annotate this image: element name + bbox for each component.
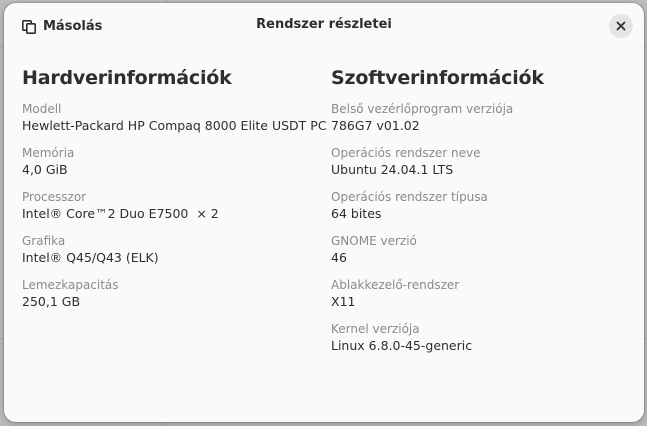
info-value: 64 bites (331, 206, 382, 221)
info-label: Kernel verziója (331, 322, 420, 336)
header-bar: Másolás Rendszer részletei (4, 3, 644, 49)
info-value: X11 (331, 294, 356, 309)
info-value: Intel® Core™2 Duo E7500 × 2 (22, 206, 219, 221)
info-row-kernel-version: Kernel verziója Linux 6.8.0-45-generic (331, 322, 631, 366)
close-icon (616, 21, 626, 31)
software-section-title: Szoftverinformációk (331, 67, 544, 89)
info-value: Hewlett-Packard HP Compaq 8000 Elite USD… (22, 118, 327, 133)
system-details-dialog: Másolás Rendszer részletei Hardverinform… (4, 3, 644, 422)
info-row-os-name: Operációs rendszer neve Ubuntu 24.04.1 L… (331, 146, 631, 190)
info-label: Processzor (22, 190, 87, 204)
info-value: 786G7 v01.02 (331, 118, 420, 133)
info-label: Modell (22, 102, 62, 116)
info-row-memory: Memória 4,0 GiB (22, 146, 322, 190)
info-label: Belső vezérlőprogram verziója (331, 102, 514, 116)
info-value: 4,0 GiB (22, 162, 68, 177)
info-value: Linux 6.8.0-45-generic (331, 338, 473, 353)
hardware-section-title: Hardverinformációk (22, 67, 232, 89)
software-section: Szoftverinformációk Belső vezérlőprogram… (331, 67, 631, 366)
info-value: Intel® Q45/Q43 (ELK) (22, 250, 159, 265)
info-label: Ablakkezelő-rendszer (331, 278, 460, 292)
info-row-processor: Processzor Intel® Core™2 Duo E7500 × 2 (22, 190, 322, 234)
info-row-model: Modell Hewlett-Packard HP Compaq 8000 El… (22, 102, 327, 146)
info-value: Ubuntu 24.04.1 LTS (331, 162, 454, 177)
info-label: Operációs rendszer neve (331, 146, 481, 160)
info-row-disk-capacity: Lemezkapacitás 250,1 GB (22, 278, 322, 322)
info-label: Memória (22, 146, 75, 160)
info-value: 46 (331, 250, 347, 265)
info-row-firmware-version: Belső vezérlőprogram verziója 786G7 v01.… (331, 102, 631, 146)
info-value: 250,1 GB (22, 294, 81, 309)
info-row-windowing-system: Ablakkezelő-rendszer X11 (331, 278, 631, 322)
info-row-gnome-version: GNOME verzió 46 (331, 234, 631, 278)
info-row-os-type: Operációs rendszer típusa 64 bites (331, 190, 631, 234)
info-label: Lemezkapacitás (22, 278, 119, 292)
info-label: GNOME verzió (331, 234, 417, 248)
close-button[interactable] (609, 14, 633, 38)
info-row-graphics: Grafika Intel® Q45/Q43 (ELK) (22, 234, 322, 278)
info-label: Grafika (22, 234, 66, 248)
dialog-title: Rendszer részletei (256, 17, 392, 32)
hardware-section: Hardverinformációk Modell Hewlett-Packar… (22, 67, 327, 322)
info-label: Operációs rendszer típusa (331, 190, 488, 204)
